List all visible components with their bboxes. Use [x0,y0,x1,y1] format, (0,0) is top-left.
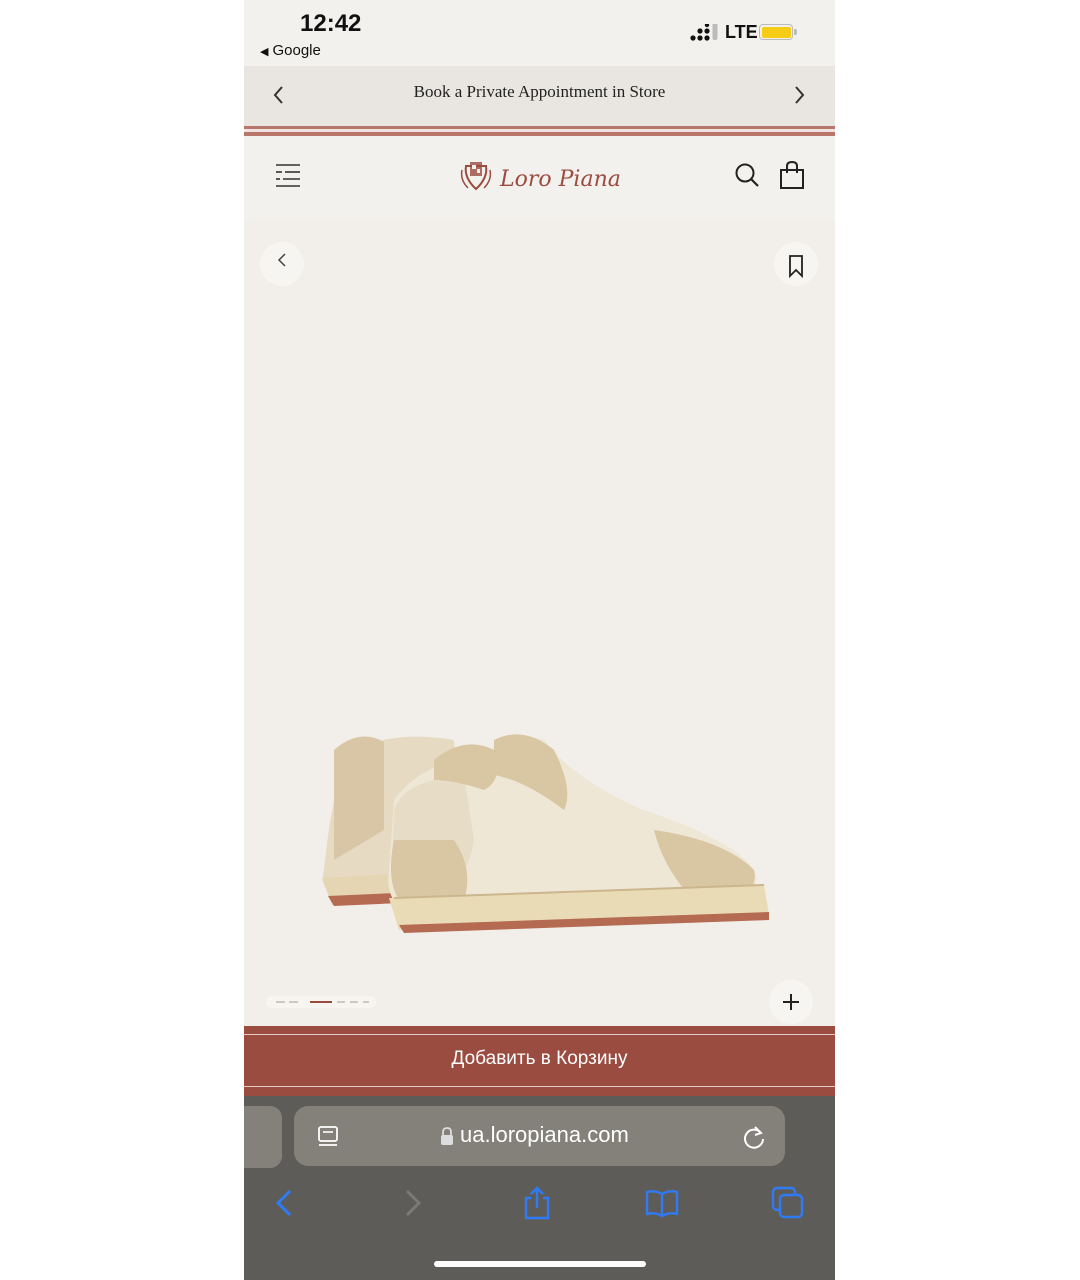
plus-icon [783,994,799,1010]
browser-toolbar: ua.loropiana.com [244,1096,835,1280]
wishlist-button[interactable] [774,242,818,286]
reader-icon[interactable] [316,1124,342,1150]
bookmark-icon [789,255,803,279]
add-to-cart-button[interactable]: Добавить в Корзину [244,1026,835,1096]
zoom-button[interactable] [769,980,813,1024]
previous-tab-preview[interactable] [244,1106,282,1168]
gallery-dot[interactable] [289,1001,298,1003]
back-to-app-link[interactable]: ◀ Google [260,42,321,59]
battery-icon [759,24,797,40]
chevron-left-icon [277,253,286,267]
network-type: LTE [725,22,758,42]
search-icon[interactable] [734,162,760,188]
brand-crest-icon: Loro Piana [460,162,621,192]
announcement-bar: Book a Private Appointment in Store [244,66,835,126]
add-to-cart-bar: Добавить в Корзину [244,1026,835,1096]
brand-name: Loro Piana [499,167,620,192]
url-text[interactable]: ua.loropiana.com [460,1122,629,1148]
gallery-back-button[interactable] [260,242,304,286]
site-header: Loro Piana [244,136,835,220]
gallery-dot[interactable] [276,1001,285,1003]
bookmarks-icon[interactable] [645,1186,679,1220]
gallery-dot[interactable] [363,1001,369,1003]
forward-icon[interactable] [395,1186,429,1220]
reload-icon[interactable] [741,1124,767,1150]
lock-icon [441,1127,453,1145]
brand-logo[interactable]: Loro Piana [460,156,621,196]
gallery-dot[interactable] [337,1001,345,1003]
address-bar[interactable]: ua.loropiana.com [294,1106,785,1166]
status-time: 12:42 [300,10,362,37]
menu-icon[interactable] [274,162,302,190]
gallery-pagination[interactable] [266,996,376,1008]
shopping-bag-icon[interactable] [778,160,806,190]
status-bar: 12:42 ◀ Google LTE [244,0,835,66]
gallery-dot[interactable] [350,1001,358,1003]
product-gallery[interactable] [244,220,835,1026]
tabs-icon[interactable] [771,1186,805,1220]
announcement-text[interactable]: Book a Private Appointment in Store [244,82,835,102]
phone-screen: 12:42 ◀ Google LTE Book a Private Appoint… [244,0,835,1280]
share-icon[interactable] [520,1186,554,1220]
home-indicator[interactable] [434,1261,646,1267]
back-triangle-icon: ◀ [260,46,269,58]
signal-icon [690,24,718,41]
announcement-next-button[interactable] [784,80,814,110]
gallery-dot-active[interactable] [310,1001,332,1003]
chevron-right-icon [795,86,805,104]
product-image-shoe [322,734,769,933]
back-icon[interactable] [268,1186,302,1220]
back-app-label: Google [272,42,321,59]
